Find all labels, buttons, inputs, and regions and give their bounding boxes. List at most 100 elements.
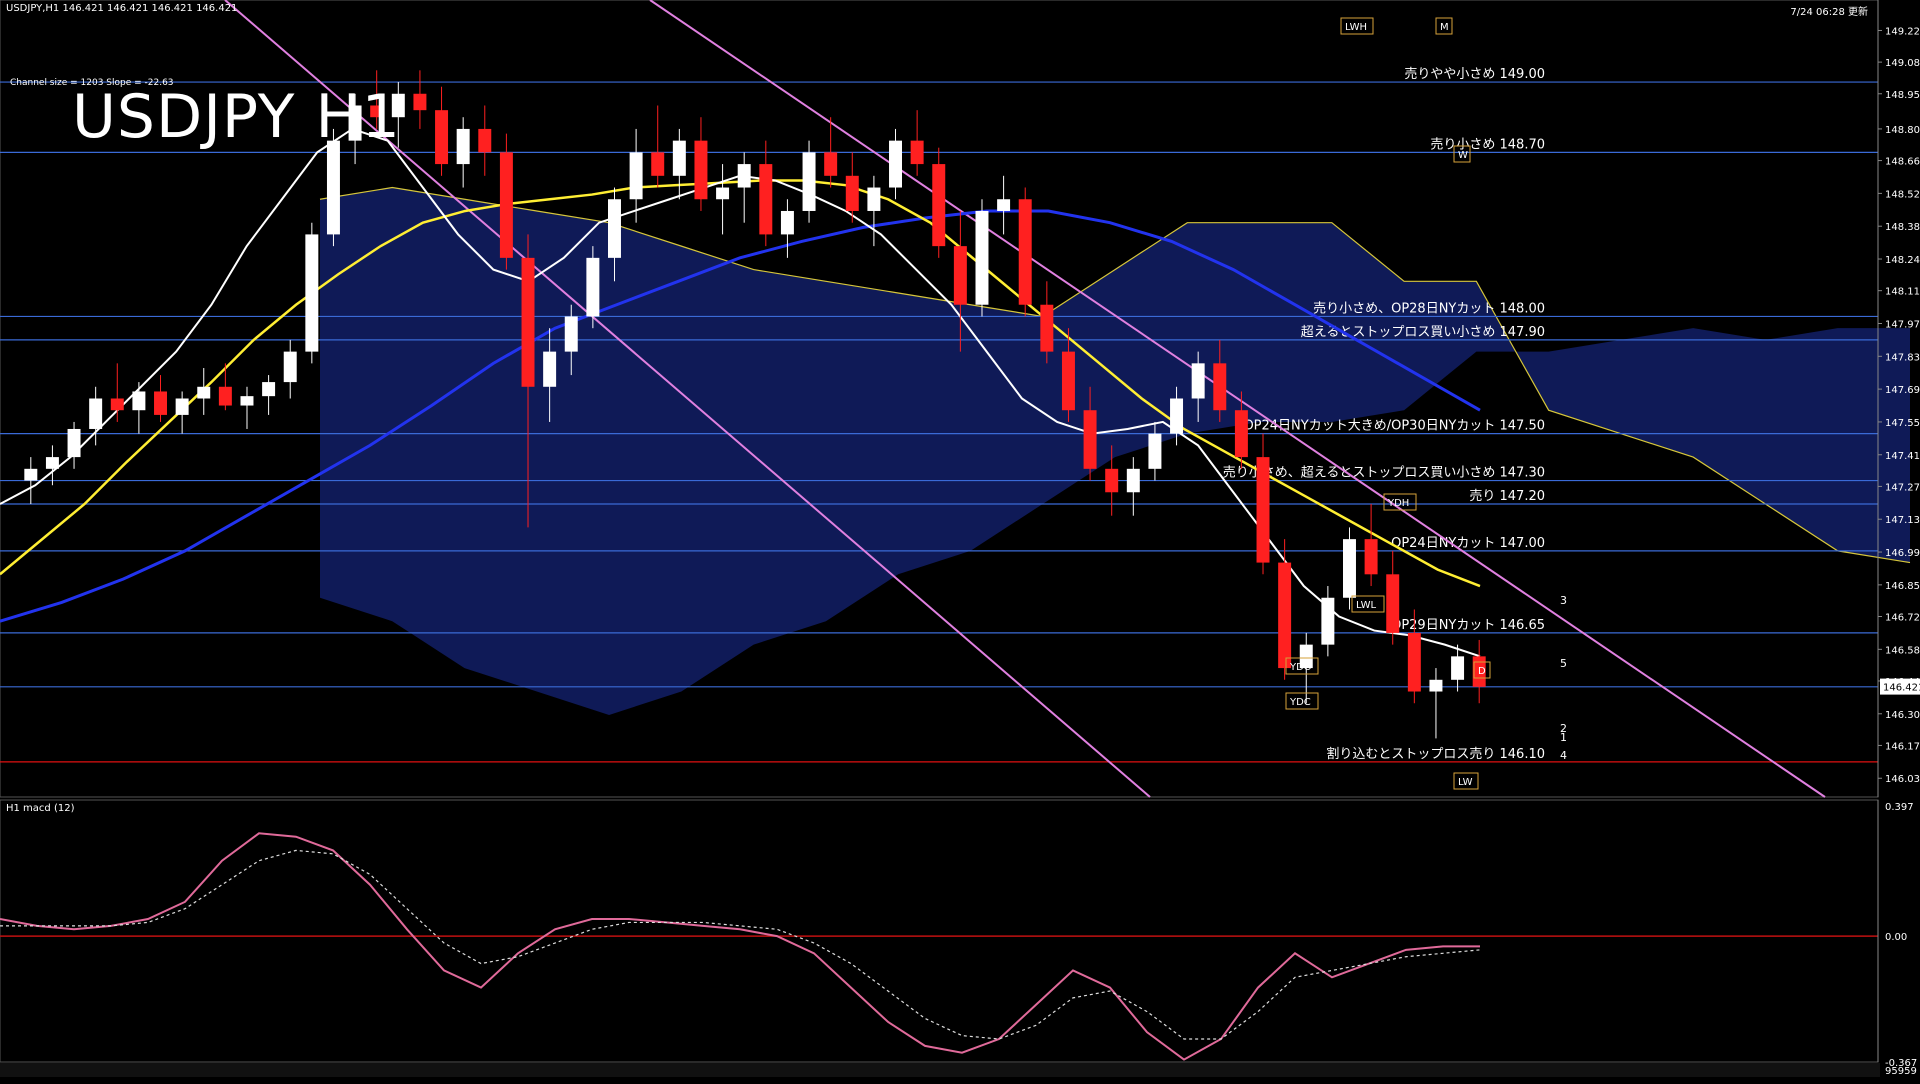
chart-root: 売りやや小さめ 149.00 売り小さめ 148.70 売り小さめ、OP28日NYカ… xyxy=(0,0,1920,1080)
price-tick-label-18: 146.720 xyxy=(1885,613,1920,624)
candle-body-63 xyxy=(1386,574,1400,633)
bottom-right-label: 95959 xyxy=(1885,1066,1917,1077)
bottom-tab-bar[interactable] xyxy=(0,1063,1880,1077)
candle-body-41 xyxy=(910,140,924,165)
candle-body-30 xyxy=(672,140,686,176)
update-timestamp: 7/24 06:28 更新 xyxy=(1790,7,1868,18)
price-tick-label-1: 149.085 xyxy=(1885,58,1920,69)
candle-body-3 xyxy=(89,398,103,429)
candle-body-5 xyxy=(132,391,146,411)
projection-label-3: 1 xyxy=(1560,731,1567,744)
candle-body-29 xyxy=(651,152,665,176)
candle-body-50 xyxy=(1105,468,1119,493)
price-tick-label-5: 148.525 xyxy=(1885,189,1920,200)
candle-body-11 xyxy=(262,382,276,397)
candle-body-7 xyxy=(175,398,189,415)
candle-body-48 xyxy=(1061,351,1075,411)
candle-body-1 xyxy=(45,457,59,469)
candle-body-43 xyxy=(953,246,967,305)
price-tick-label-2: 148.950 xyxy=(1885,90,1920,101)
candle-body-10 xyxy=(240,396,254,406)
level-label-2: 売り小さめ、OP28日NYカット 148.00 xyxy=(1313,300,1545,316)
candle-body-46 xyxy=(1018,199,1032,305)
candle-body-23 xyxy=(521,257,535,387)
price-tick-label-12: 147.550 xyxy=(1885,418,1920,429)
candle-body-14 xyxy=(326,140,340,235)
projection-label-1: 5 xyxy=(1560,657,1567,670)
candle-body-54 xyxy=(1191,363,1205,399)
candle-body-40 xyxy=(889,140,902,188)
price-tick-label-23: 146.030 xyxy=(1885,774,1920,785)
candle-body-8 xyxy=(197,386,211,399)
price-tick-label-22: 146.170 xyxy=(1885,741,1920,752)
candle-body-12 xyxy=(283,351,297,383)
candle-body-21 xyxy=(478,128,492,153)
candle-body-56 xyxy=(1234,410,1248,458)
price-tick-label-14: 147.275 xyxy=(1885,482,1920,493)
price-tick-label-7: 148.245 xyxy=(1885,255,1920,266)
level-label-0: 売りやや小さめ 149.00 xyxy=(1404,66,1545,82)
price-tick-label-10: 147.830 xyxy=(1885,352,1920,363)
candle-body-64 xyxy=(1407,632,1421,692)
level-label-1: 売り小さめ 148.70 xyxy=(1430,136,1545,152)
candle-body-47 xyxy=(1040,304,1054,352)
marker-label-4: LWL xyxy=(1356,600,1377,611)
price-tick-label-9: 147.970 xyxy=(1885,319,1920,330)
candle-body-45 xyxy=(997,199,1011,211)
price-tick-label-13: 147.410 xyxy=(1885,451,1920,462)
candle-body-31 xyxy=(694,140,708,200)
price-tick-label-3: 148.800 xyxy=(1885,125,1920,136)
candle-body-18 xyxy=(413,93,427,111)
candle-body-58 xyxy=(1278,562,1292,669)
candle-body-60 xyxy=(1321,597,1335,645)
candle-body-6 xyxy=(154,391,167,415)
macd-zero-label: 0.00 xyxy=(1885,932,1907,943)
symbol-info: USDJPY,H1 146.421 146.421 146.421 146.42… xyxy=(6,3,238,14)
candle-body-38 xyxy=(845,175,859,211)
candle-body-36 xyxy=(802,152,816,211)
candle-body-4 xyxy=(110,398,124,411)
candle-body-27 xyxy=(608,199,621,258)
candle-body-22 xyxy=(499,152,513,258)
marker-label-2: W xyxy=(1458,150,1468,161)
price-tick-label-21: 146.305 xyxy=(1885,710,1920,721)
candle-body-32 xyxy=(716,187,730,200)
price-tick-label-19: 146.580 xyxy=(1885,645,1920,656)
candle-body-57 xyxy=(1256,457,1270,563)
candle-body-53 xyxy=(1170,398,1184,434)
level-label-4: OP24日NYカット大きめ/OP30日NYカット 147.50 xyxy=(1243,419,1545,434)
candle-body-19 xyxy=(435,110,449,165)
level-label-3: 超えるとストップロス買い小さめ 147.90 xyxy=(1301,325,1545,340)
candle-body-13 xyxy=(305,234,319,352)
candle-body-24 xyxy=(543,351,557,387)
price-tick-label-4: 148.665 xyxy=(1885,157,1920,168)
price-tick-label-16: 146.995 xyxy=(1885,548,1920,559)
candle-body-49 xyxy=(1083,410,1097,469)
candle-body-51 xyxy=(1126,468,1140,493)
marker-label-5: YDO xyxy=(1289,662,1312,673)
candle-body-65 xyxy=(1429,679,1443,692)
candle-body-25 xyxy=(564,316,578,352)
candle-body-66 xyxy=(1451,656,1465,680)
candle-body-39 xyxy=(867,187,881,211)
price-tick-label-0: 149.220 xyxy=(1885,26,1920,37)
chart-symbol-title: USDJPY H1 xyxy=(72,82,401,152)
macd-panel-label: H1 macd (12) xyxy=(6,803,75,814)
candle-body-34 xyxy=(759,164,773,235)
level-label-10: 割り込むとストップロス売り 146.10 xyxy=(1326,746,1545,762)
candle-body-62 xyxy=(1364,539,1378,575)
candle-body-44 xyxy=(975,210,989,305)
price-tick-label-17: 146.855 xyxy=(1885,581,1920,592)
candle-body-42 xyxy=(932,164,946,247)
level-label-7: OP24日NYカット 147.00 xyxy=(1391,536,1545,551)
price-tick-label-8: 148.110 xyxy=(1885,287,1920,298)
candle-body-9 xyxy=(218,386,232,406)
marker-label-3: YDH xyxy=(1387,498,1409,509)
candle-body-55 xyxy=(1213,363,1227,411)
level-label-6: 売り 147.20 xyxy=(1469,488,1545,504)
price-tick-label-11: 147.690 xyxy=(1885,385,1920,396)
candle-body-28 xyxy=(629,152,643,200)
projection-label-4: 4 xyxy=(1560,749,1567,762)
candle-body-26 xyxy=(586,257,600,317)
projection-label-0: 3 xyxy=(1560,594,1567,607)
